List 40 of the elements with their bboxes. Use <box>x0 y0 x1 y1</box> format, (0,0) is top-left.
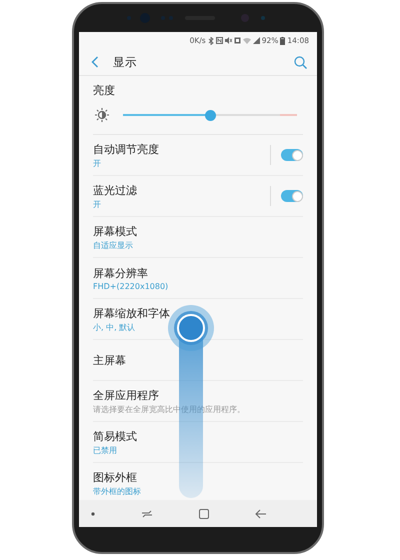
sim-icon <box>234 37 241 44</box>
setting-row[interactable]: 蓝光过滤 开 <box>93 176 303 217</box>
setting-title: 屏幕模式 <box>93 224 138 238</box>
setting-value: 小, 中, 默认 <box>93 322 136 332</box>
setting-title: 主屏幕 <box>93 352 127 368</box>
recent-apps-icon[interactable] <box>141 508 153 518</box>
brightness-slider[interactable] <box>123 109 297 121</box>
battery-icon <box>280 36 286 44</box>
setting-value: FHD+(2220x1080) <box>93 282 170 290</box>
slider-thumb[interactable] <box>204 110 216 120</box>
setting-title: 屏幕缩放和字体 <box>93 306 171 320</box>
nfc-icon <box>216 37 223 44</box>
dot-icon[interactable] <box>91 512 95 516</box>
setting-title: 屏幕分辨率 <box>93 266 149 280</box>
toggle-switch[interactable] <box>281 190 303 202</box>
back-icon[interactable] <box>91 56 99 68</box>
setting-row[interactable]: 屏幕模式 自适应显示 <box>93 217 303 258</box>
back-icon[interactable] <box>255 508 267 518</box>
page-title: 显示 <box>113 54 138 70</box>
setting-title: 简易模式 <box>93 428 138 444</box>
setting-title: 全屏应用程序 <box>93 388 160 402</box>
setting-row[interactable]: 屏幕分辨率 FHD+(2220x1080) <box>93 258 303 299</box>
wifi-icon <box>242 37 251 44</box>
setting-row[interactable]: 自动调节亮度 开 <box>93 135 303 176</box>
setting-title: 蓝光过滤 <box>93 182 138 198</box>
setting-value: 带外框的图标 <box>93 486 142 496</box>
setting-title: 自动调节亮度 <box>93 142 160 156</box>
setting-value: 已禁用 <box>93 444 118 456</box>
search-icon[interactable] <box>294 56 307 68</box>
setting-value: 自适应显示 <box>93 240 134 250</box>
home-icon[interactable] <box>199 508 209 518</box>
setting-value: 开 <box>93 158 102 168</box>
bluetooth-icon <box>208 36 214 44</box>
signal-icon <box>252 37 260 44</box>
brightness-label: 亮度 <box>93 83 116 98</box>
toggle-switch[interactable] <box>281 149 303 161</box>
mute-icon <box>224 37 232 44</box>
setting-value: 开 <box>93 198 102 210</box>
setting-title: 图标外框 <box>93 470 138 484</box>
brightness-icon <box>95 108 109 122</box>
